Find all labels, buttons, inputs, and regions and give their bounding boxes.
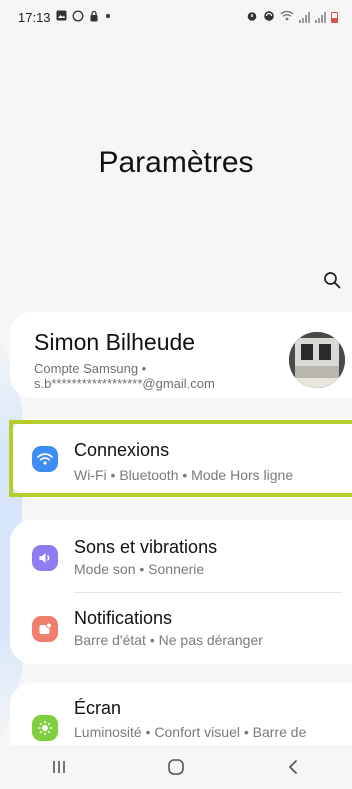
home-icon xyxy=(167,758,185,781)
search-icon xyxy=(323,271,341,294)
settings-item-ecran[interactable]: Écran Luminosité • Confort visuel • Barr… xyxy=(10,683,352,745)
wifi-icon xyxy=(280,10,294,24)
search-button[interactable] xyxy=(318,268,346,296)
notifications-subtitle: Barre d'état • Ne pas déranger xyxy=(74,632,263,648)
back-button[interactable] xyxy=(263,751,323,787)
connexions-card: Connexions Wi-Fi • Bluetooth • Mode Hors… xyxy=(10,418,352,498)
settings-item-notifications[interactable]: Notifications Barre d'état • Ne pas déra… xyxy=(10,594,352,664)
notifications-title: Notifications xyxy=(74,608,173,628)
settings-item-sons[interactable]: Sons et vibrations Mode son • Sonnerie xyxy=(10,520,352,590)
connexions-subtitle: Wi-Fi • Bluetooth • Mode Hors ligne xyxy=(74,467,294,483)
status-left: 17:13 xyxy=(18,10,112,25)
account-card[interactable]: Simon Bilheude Compte Samsung • s.b*****… xyxy=(10,312,352,398)
account-name: Simon Bilheude xyxy=(34,329,196,355)
settings-group: Sons et vibrations Mode son • Sonnerie N… xyxy=(10,520,352,664)
ecran-title: Écran xyxy=(74,698,122,718)
sons-subtitle: Mode son • Sonnerie xyxy=(74,561,205,577)
recents-button[interactable] xyxy=(29,751,89,787)
sun-icon xyxy=(32,715,58,741)
signal-icon xyxy=(299,11,310,23)
settings-item-connexions[interactable]: Connexions Wi-Fi • Bluetooth • Mode Hors… xyxy=(10,423,352,493)
account-service: Compte Samsung • xyxy=(34,361,147,376)
status-bar: 17:13 xyxy=(0,0,352,34)
home-button[interactable] xyxy=(146,751,206,787)
sync-icon xyxy=(263,10,275,25)
account-email: s.b******************@gmail.com xyxy=(34,376,215,391)
notification-icon xyxy=(32,616,58,642)
alarm-icon xyxy=(246,10,258,25)
back-icon xyxy=(286,759,300,780)
battery-icon xyxy=(331,11,338,23)
whatsapp-icon xyxy=(72,10,84,25)
page-title: Paramètres xyxy=(98,146,254,179)
gallery-icon xyxy=(56,10,67,24)
divider xyxy=(74,592,342,593)
ecran-card: Écran Luminosité • Confort visuel • Barr… xyxy=(10,683,352,745)
dot-icon xyxy=(104,12,112,23)
navigation-bar xyxy=(0,749,352,789)
connexions-title: Connexions xyxy=(74,440,170,460)
lock-icon xyxy=(89,10,99,25)
ecran-subtitle: Luminosité • Confort visuel • Barre de n… xyxy=(74,724,307,745)
avatar[interactable] xyxy=(289,332,345,388)
wifi-icon xyxy=(32,446,58,472)
signal-icon xyxy=(315,11,326,23)
status-time: 17:13 xyxy=(18,9,51,25)
speaker-icon xyxy=(32,545,58,571)
sons-title: Sons et vibrations xyxy=(74,537,218,557)
recents-icon xyxy=(51,759,67,780)
status-right xyxy=(246,10,338,25)
settings-screen: 17:13 Paramètres Simon Bilheude Compte S… xyxy=(0,0,352,789)
